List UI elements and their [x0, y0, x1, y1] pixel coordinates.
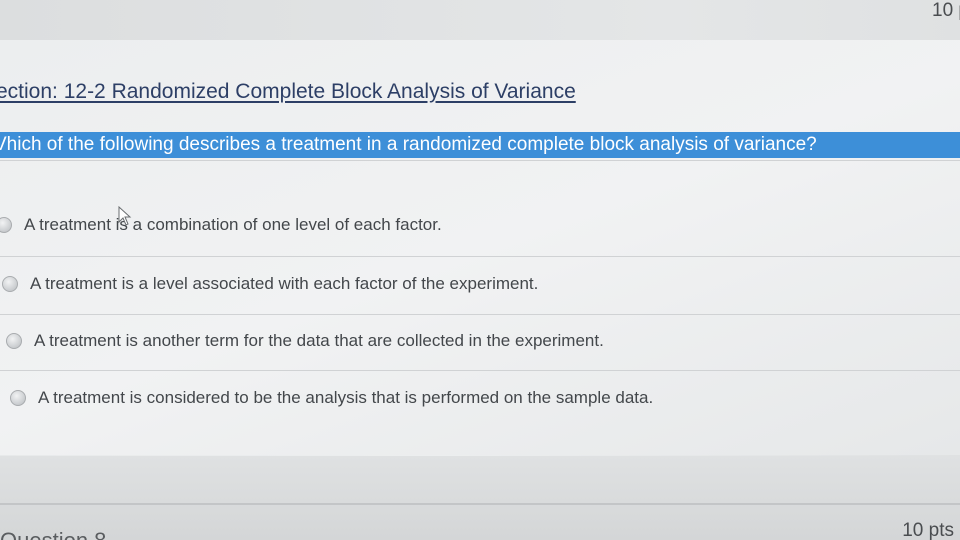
question-text: Vhich of the following describes a treat… [0, 132, 960, 158]
section-link[interactable]: ection: 12-2 Randomized Complete Block A… [0, 80, 576, 104]
next-question-points: 10 pts [902, 520, 954, 540]
next-question-card [0, 456, 960, 540]
mouse-cursor-icon [118, 206, 132, 226]
answer-label: A treatment is another term for the data… [34, 331, 604, 350]
answer-option-1[interactable]: A treatment is a combination of one leve… [0, 210, 442, 240]
question-points: 10 p [932, 0, 960, 21]
answer-option-4[interactable]: A treatment is considered to be the anal… [10, 383, 653, 413]
answer-label: A treatment is a combination of one leve… [24, 215, 442, 234]
divider [0, 160, 960, 161]
divider [0, 256, 960, 257]
answer-option-3[interactable]: A treatment is another term for the data… [6, 326, 604, 356]
divider [0, 503, 960, 505]
answer-label: A treatment is a level associated with e… [30, 274, 539, 293]
radio-button[interactable] [10, 390, 26, 406]
divider [0, 370, 960, 371]
radio-button[interactable] [6, 333, 22, 349]
divider [0, 314, 960, 315]
radio-button[interactable] [2, 276, 18, 292]
answer-label: A treatment is considered to be the anal… [38, 388, 654, 407]
previous-question-header: 10 p [0, 0, 960, 41]
radio-button[interactable] [0, 217, 12, 233]
next-question-title: Question 8 [0, 528, 106, 540]
answer-option-2[interactable]: A treatment is a level associated with e… [2, 269, 538, 299]
